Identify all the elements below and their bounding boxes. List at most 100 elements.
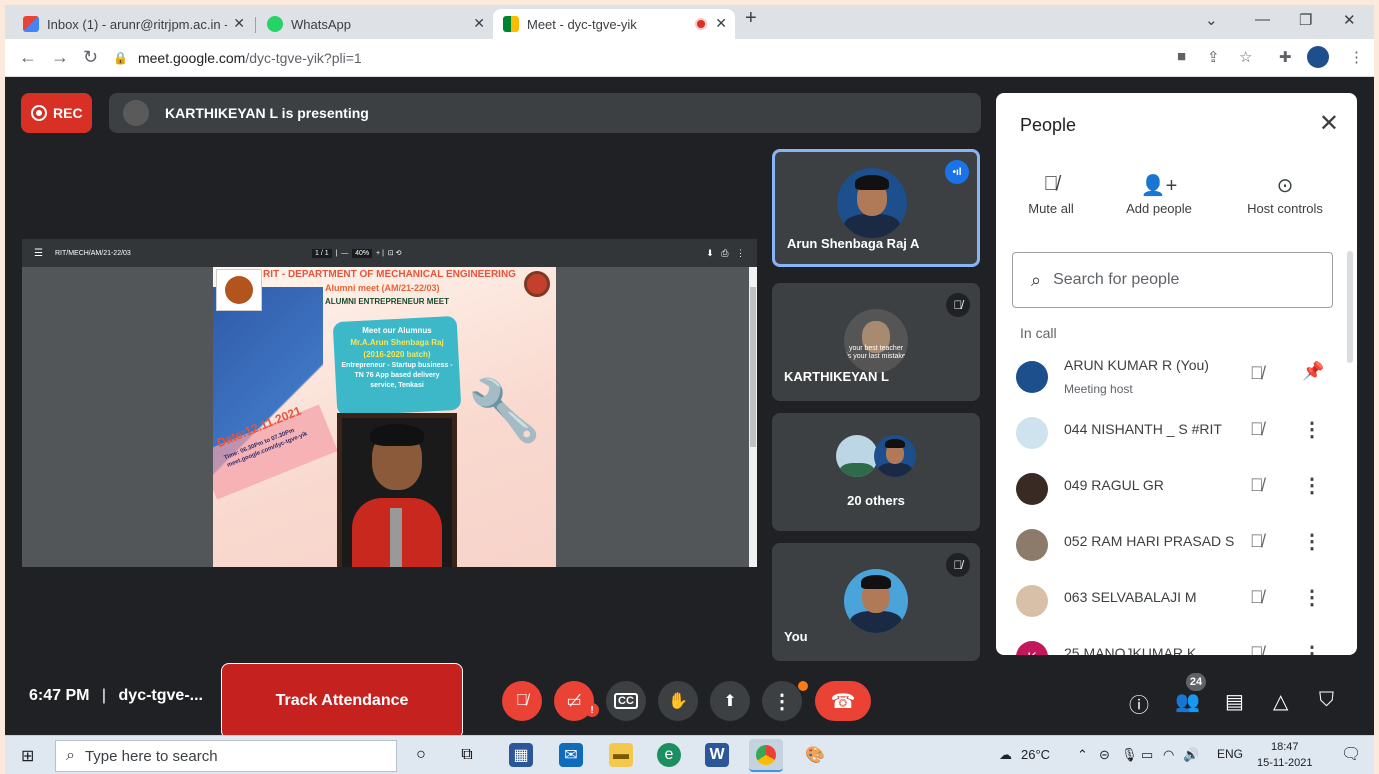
mail-icon[interactable]: ✉ (559, 743, 583, 767)
participant-row[interactable]: 049 RAGUL GR 🎙̸ ⋮ (996, 461, 1341, 517)
share-icon[interactable]: ⇪ (1207, 48, 1220, 66)
participant-avatar (874, 435, 916, 477)
taskbar-search-input[interactable]: ⌕ Type here to search (55, 740, 397, 772)
fit-page-icon[interactable]: ⊡ (388, 250, 394, 257)
participant-row[interactable]: 052 RAM HARI PRASAD S 🎙̸ ⋮ (996, 517, 1341, 573)
more-icon[interactable]: ⋮ (736, 248, 745, 258)
mic-tray-icon[interactable]: 🎙 (1121, 747, 1138, 763)
tab-gmail[interactable]: Inbox (1) - arunr@ritrjpm.ac.in - R ✕ (13, 9, 253, 39)
mic-toggle-button[interactable]: 🎙̸ (502, 681, 542, 721)
activities-icon[interactable]: △ (1273, 689, 1288, 714)
profile-avatar[interactable] (1307, 46, 1329, 68)
participant-tile-arun[interactable]: •ıl Arun Shenbaga Raj A (772, 149, 980, 267)
language-indicator[interactable]: ENG (1217, 747, 1243, 761)
tab-whatsapp[interactable]: WhatsApp ✕ (257, 9, 493, 39)
pdf-page-indicator[interactable]: 1 / 1 (312, 249, 332, 258)
print-icon[interactable]: ⎙ (721, 248, 728, 258)
captions-button[interactable]: CC (606, 681, 646, 721)
close-tab-icon[interactable]: ✕ (473, 15, 485, 32)
new-tab-button[interactable]: + (745, 7, 757, 30)
close-tab-icon[interactable]: ✕ (715, 15, 727, 32)
address-bar[interactable]: 🔒 meet.google.com/dyc-tgve-yik?pli=1 (113, 45, 1153, 71)
more-options-icon[interactable]: ⋮ (1302, 473, 1322, 498)
download-icon[interactable]: ⬇ (706, 248, 714, 258)
meet-tray-icon[interactable]: ⊝ (1099, 747, 1110, 763)
participant-tile-karthikeyan[interactable]: your best teacher is your last mistake 🎙… (772, 283, 980, 401)
edge-icon[interactable]: e (657, 743, 681, 767)
presentation-viewer[interactable]: ☰ RIT/MECH/AM/21-22/03 1 / 1 | — 40% + |… (22, 239, 757, 567)
meeting-code[interactable]: dyc-tgve-... (119, 687, 203, 704)
more-options-icon[interactable]: ⋮ (1302, 585, 1322, 610)
menu-kebab-icon[interactable]: ⋮ (1349, 48, 1364, 66)
leave-call-button[interactable]: ☎ (815, 681, 871, 721)
pdf-scrollbar[interactable] (749, 267, 757, 567)
people-icon[interactable]: 👥 (1175, 689, 1200, 714)
participant-row[interactable]: 063 SELVABALAJI M 🎙̸ ⋮ (996, 573, 1341, 629)
tab-meet[interactable]: Meet - dyc-tgve-yik ✕ (493, 9, 735, 39)
zoom-out-icon[interactable]: — (341, 250, 348, 257)
close-window-button[interactable]: ✕ (1343, 11, 1356, 29)
store-icon[interactable]: ▦ (509, 743, 533, 767)
participant-tile-you[interactable]: 🎙̸ You (772, 543, 980, 661)
present-button[interactable]: ⬆ (710, 681, 750, 721)
rotate-icon[interactable]: ⟲ (396, 250, 402, 257)
department-logo (524, 271, 550, 297)
host-controls-icon[interactable]: ⛉ (1319, 689, 1334, 712)
weather-icon[interactable]: ☁ (999, 747, 1012, 763)
paint-icon[interactable]: 🎨 (803, 743, 827, 767)
host-controls-button[interactable]: ⊙ Host controls (1230, 173, 1340, 216)
wrench-icon: 🔧 (467, 377, 542, 444)
zoom-in-icon[interactable]: + (376, 250, 380, 257)
close-tab-icon[interactable]: ✕ (233, 15, 245, 32)
tab-search-icon[interactable]: ⌄ (1205, 11, 1218, 29)
more-options-button[interactable]: ⋮ (762, 681, 802, 721)
chat-icon[interactable]: ▤ (1225, 689, 1244, 714)
close-icon[interactable]: ✕ (1319, 109, 1339, 138)
scrollbar-thumb[interactable] (750, 287, 756, 447)
forward-icon[interactable]: → (51, 47, 69, 68)
word-icon[interactable]: W (705, 743, 729, 767)
meeting-info-icon[interactable]: ⓘ (1129, 689, 1149, 718)
pdf-actions: ⬇ ⎙ ⋮ (706, 248, 745, 259)
maximize-button[interactable]: ❐ (1299, 11, 1312, 29)
track-attendance-button[interactable]: Track Attendance (221, 663, 463, 739)
task-view-icon[interactable]: ⧉ (455, 743, 479, 767)
reload-icon[interactable]: ↻ (83, 47, 98, 68)
windows-start-icon[interactable]: ⊞ (21, 746, 34, 766)
participant-name: 044 NISHANTH _ S #RIT (1064, 421, 1222, 437)
chrome-active-icon[interactable] (749, 739, 783, 772)
extensions-icon[interactable]: ✚ (1279, 48, 1292, 66)
pdf-zoom[interactable]: 40% (352, 249, 373, 258)
participant-row[interactable]: ARUN KUMAR R (You) Meeting host 🎙̸ 📌 (996, 349, 1341, 405)
camera-in-use-icon[interactable]: ■ (1177, 48, 1186, 65)
more-options-icon[interactable]: ⋮ (1302, 417, 1322, 442)
participant-name: KARTHIKEYAN L (784, 369, 889, 384)
wifi-icon[interactable]: ◠ (1163, 747, 1174, 763)
add-people-button[interactable]: 👤+ Add people (1104, 173, 1214, 216)
mute-all-button[interactable]: 🎙̸ Mute all (996, 173, 1106, 216)
in-call-label: In call (1020, 325, 1057, 341)
pdf-menu-icon[interactable]: ☰ (34, 248, 43, 259)
system-clock[interactable]: 18:47 15-11-2021 (1257, 739, 1312, 771)
more-options-icon[interactable]: ⋮ (1302, 641, 1322, 655)
recording-badge[interactable]: REC (21, 93, 92, 133)
notifications-icon[interactable]: 🗨 (1341, 744, 1361, 764)
participant-row[interactable]: K 25 MANOJKUMAR K 🎙̸ ⋮ (996, 629, 1341, 655)
more-options-icon[interactable]: ⋮ (1302, 529, 1322, 554)
volume-icon[interactable]: 🔊 (1183, 747, 1199, 763)
file-explorer-icon[interactable]: ▬ (609, 743, 633, 767)
raise-hand-button[interactable]: ✋ (658, 681, 698, 721)
cortana-icon[interactable]: ○ (409, 743, 433, 767)
panel-scrollbar[interactable] (1347, 251, 1353, 363)
minimize-button[interactable]: — (1255, 11, 1270, 28)
tray-chevron-icon[interactable]: ⌃ (1077, 747, 1088, 763)
participant-row[interactable]: 044 NISHANTH _ S #RIT 🎙̸ ⋮ (996, 405, 1341, 461)
search-people-input[interactable]: ⌕ Search for people (1012, 252, 1333, 308)
back-icon[interactable]: ← (19, 47, 37, 68)
pin-icon[interactable]: 📌 (1302, 361, 1324, 382)
bookmark-star-icon[interactable]: ☆ (1239, 48, 1252, 66)
weather-temp[interactable]: 26°C (1021, 747, 1050, 762)
participant-tile-others[interactable]: 20 others (772, 413, 980, 531)
battery-icon[interactable]: ▭ (1141, 747, 1153, 763)
browser-window: Inbox (1) - arunr@ritrjpm.ac.in - R ✕ Wh… (5, 5, 1374, 774)
